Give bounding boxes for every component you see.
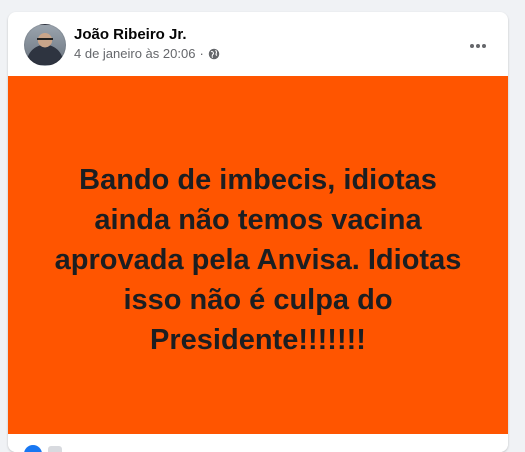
avatar[interactable] bbox=[24, 24, 66, 66]
like-icon[interactable] bbox=[24, 445, 42, 452]
reaction-count-placeholder[interactable] bbox=[48, 446, 62, 452]
post-background-banner[interactable]: Bando de imbecis, idiotas ainda não temo… bbox=[8, 76, 508, 434]
globe-icon[interactable] bbox=[208, 48, 220, 60]
post-reactions-bar bbox=[8, 434, 508, 452]
avatar-glasses bbox=[37, 38, 53, 44]
author-name[interactable]: João Ribeiro Jr. bbox=[74, 26, 187, 43]
post-text: Bando de imbecis, idiotas ainda não temo… bbox=[54, 164, 462, 356]
post-date[interactable]: 4 de janeiro às 20:06 bbox=[74, 46, 195, 61]
post-card: João Ribeiro Jr. 4 de janeiro às 20:06 ·… bbox=[8, 12, 508, 452]
meta-separator: · bbox=[199, 46, 204, 61]
post-meta: 4 de janeiro às 20:06 · bbox=[74, 46, 220, 61]
more-options-button[interactable] bbox=[460, 28, 496, 64]
more-horizontal-icon bbox=[470, 44, 486, 48]
post-header: João Ribeiro Jr. 4 de janeiro às 20:06 · bbox=[8, 12, 508, 76]
